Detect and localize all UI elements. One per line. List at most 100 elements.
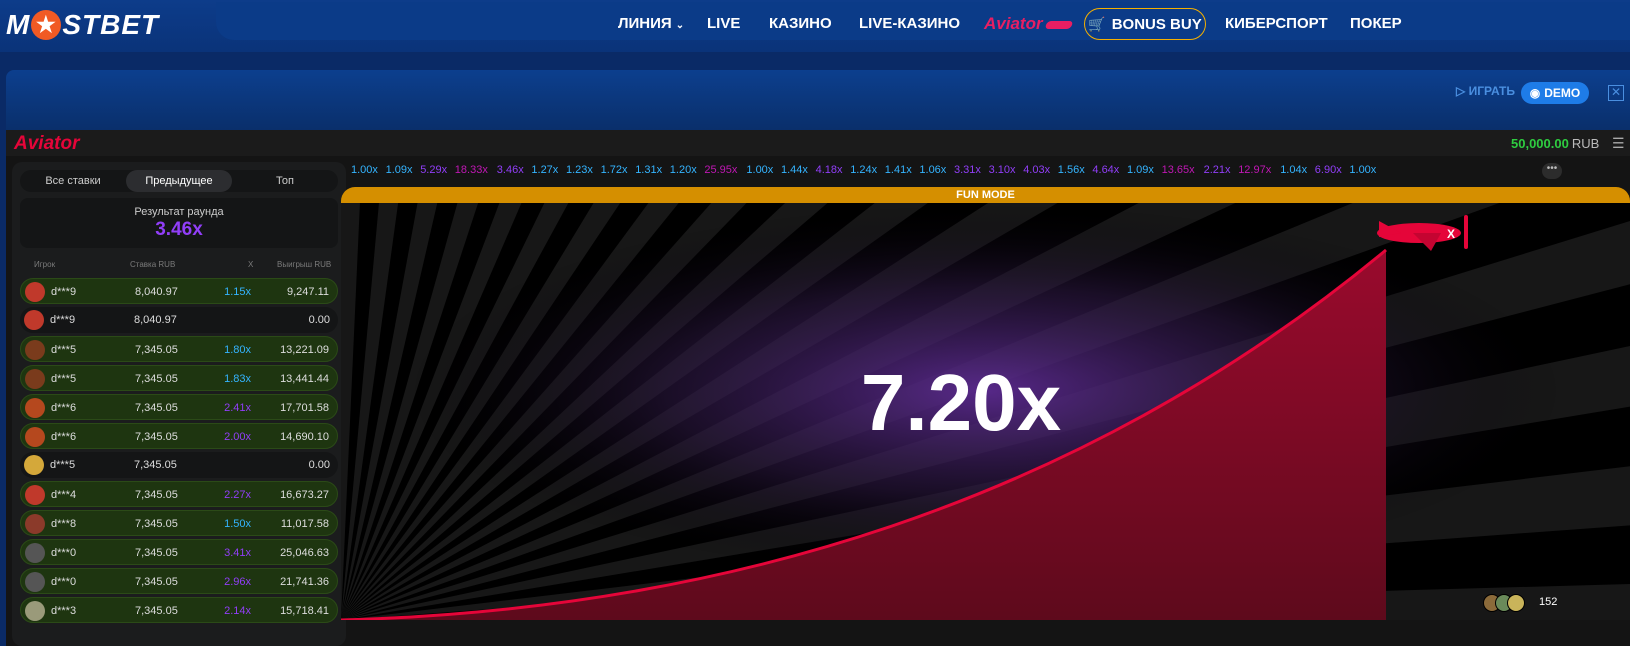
nav-item-live-casino[interactable]: LIVE-КАЗИНО [859, 15, 960, 32]
bet-row: d***9 8,040.97 1.15x 9,247.11 [20, 278, 338, 304]
bet-row: d***5 7,345.05 1.83x 13,441.44 [20, 365, 338, 391]
payout-amount: 13,441.44 [280, 373, 329, 385]
player-name: d***0 [51, 547, 77, 559]
history-multiplier: 4.03x [1023, 164, 1051, 176]
current-multiplier: 7.20x [860, 358, 1062, 447]
player-name: d***6 [51, 402, 77, 414]
balance-amount: 50,000.00 [1511, 136, 1569, 151]
payout-amount: 16,673.27 [280, 489, 329, 501]
demo-button[interactable]: ◉ DEMO [1521, 82, 1589, 104]
history-multiplier: 1.31x [635, 164, 663, 176]
hamburger-icon[interactable]: ☰ [1612, 135, 1625, 152]
bonus-buy-button[interactable]: 🛒 BONUS BUY [1084, 8, 1206, 40]
player-name: d***5 [51, 344, 77, 356]
bet-row: d***3 7,345.05 2.14x 15,718.41 [20, 597, 338, 623]
chevron-down-icon: ⌄ [675, 20, 685, 31]
cashout-multiplier: 1.50x [224, 518, 251, 530]
player-name: d***9 [51, 286, 77, 298]
bet-amount: 7,345.05 [135, 402, 178, 414]
nav-container: ЛИНИЯ ⌄ LIVE КАЗИНО LIVE-КАЗИНО Aviator 🛒… [216, 2, 1630, 40]
bet-amount: 7,345.05 [135, 373, 178, 385]
player-name: d***5 [50, 459, 76, 471]
payout-amount: 0.00 [308, 314, 330, 326]
payout-amount: 25,046.63 [280, 547, 329, 559]
history-multiplier: 1.09x [1127, 164, 1154, 176]
nav-item-esports[interactable]: КИБЕРСПОРТ [1225, 15, 1328, 32]
history-multiplier: 1.20x [669, 164, 697, 176]
history-multiplier: 3.46x [496, 164, 524, 176]
bet-row: d***5 7,345.05 1.80x 13,221.09 [20, 336, 338, 362]
history-multiplier: 1.27x [531, 164, 559, 176]
play-link[interactable]: ▷ ИГРАТЬ [1456, 84, 1515, 98]
play-icon: ▷ [1456, 84, 1469, 98]
cashout-multiplier: 2.96x [224, 576, 251, 588]
history-multiplier: 4.64x [1092, 164, 1120, 176]
history-multiplier: 3.31x [954, 164, 981, 176]
round-result: Результат раунда 3.46x [20, 198, 338, 248]
bet-row: d***9 8,040.97 0.00 [20, 307, 338, 333]
online-players: 152 [1483, 592, 1563, 614]
tab-previous[interactable]: Предыдущее [126, 170, 232, 192]
flight-field: FUN MODE X 7.20x [341, 187, 1630, 620]
history-multiplier: 1.56x [1057, 164, 1085, 176]
round-result-value: 3.46x [155, 219, 203, 240]
svg-text:X: X [1447, 227, 1455, 241]
fun-mode-banner: FUN MODE [341, 187, 1630, 203]
avatar [1507, 594, 1525, 612]
more-history-button[interactable]: ••• [1542, 163, 1562, 179]
bet-row: d***0 7,345.05 3.41x 25,046.63 [20, 539, 338, 565]
player-name: d***8 [51, 518, 77, 530]
nav-item-line[interactable]: ЛИНИЯ ⌄ [618, 15, 684, 32]
bet-row: d***0 7,345.05 2.96x 21,741.36 [20, 568, 338, 594]
history-multiplier: 1.72x [600, 164, 628, 176]
close-icon[interactable]: ✕ [1608, 85, 1624, 101]
nav-item-live[interactable]: LIVE [707, 15, 740, 32]
cashout-multiplier: 1.80x [224, 344, 251, 356]
avatar [24, 455, 44, 475]
history-multiplier: 1.24x [850, 164, 878, 176]
avatar [25, 514, 45, 534]
bet-row: d***5 7,345.05 0.00 [20, 452, 338, 478]
mostbet-logo[interactable]: M ★ STBET [6, 9, 159, 41]
bet-row: d***4 7,345.05 2.27x 16,673.27 [20, 481, 338, 507]
player-name: d***5 [51, 373, 77, 385]
cashout-multiplier: 2.27x [224, 489, 251, 501]
avatar [24, 310, 44, 330]
avatar [25, 369, 45, 389]
column-player: Игрок [34, 260, 56, 269]
avatar [25, 572, 45, 592]
bet-amount: 7,345.05 [135, 489, 178, 501]
bet-amount: 7,345.05 [135, 431, 178, 443]
cashout-multiplier: 1.83x [224, 373, 251, 385]
bets-table-header: Игрок Ставка RUB X Выигрыш RUB [24, 260, 336, 272]
nav-item-aviator[interactable]: Aviator [984, 14, 1074, 34]
bet-row: d***8 7,345.05 1.50x 11,017.58 [20, 510, 338, 536]
logo-text-left: M [6, 9, 31, 40]
payout-amount: 15,718.41 [280, 605, 329, 617]
payout-amount: 13,221.09 [280, 344, 329, 356]
column-bet: Ставка RUB [130, 260, 176, 269]
player-name: d***6 [51, 431, 77, 443]
bet-amount: 7,345.05 [135, 518, 178, 530]
history-multiplier: 5.29x [420, 164, 448, 176]
bet-amount: 7,345.05 [135, 344, 178, 356]
game-header-bar: ▷ ИГРАТЬ ◉ DEMO ✕ [6, 70, 1630, 130]
round-result-label: Результат раунда [134, 206, 224, 218]
history-multiplier: 1.00x [746, 164, 774, 176]
nav-item-poker[interactable]: ПОКЕР [1350, 15, 1402, 32]
balance-display: 50,000.00 RUB [1511, 136, 1599, 151]
history-multiplier: 25.95x [704, 164, 738, 176]
avatar [25, 282, 45, 302]
history-multiplier: 1.04x [1280, 164, 1308, 176]
tab-top[interactable]: Топ [232, 170, 338, 192]
payout-amount: 17,701.58 [280, 402, 329, 414]
bet-amount: 7,345.05 [135, 576, 178, 588]
tab-all-bets[interactable]: Все ставки [20, 170, 126, 192]
logo-text-right: STBET [62, 9, 160, 40]
history-multiplier: 1.00x [351, 164, 378, 176]
balance-currency: RUB [1571, 136, 1600, 151]
nav-item-casino[interactable]: КАЗИНО [769, 15, 832, 32]
history-multiplier: 13.65x [1161, 164, 1195, 176]
history-multiplier: 6.90x [1314, 164, 1342, 176]
payout-amount: 9,247.11 [286, 286, 329, 298]
